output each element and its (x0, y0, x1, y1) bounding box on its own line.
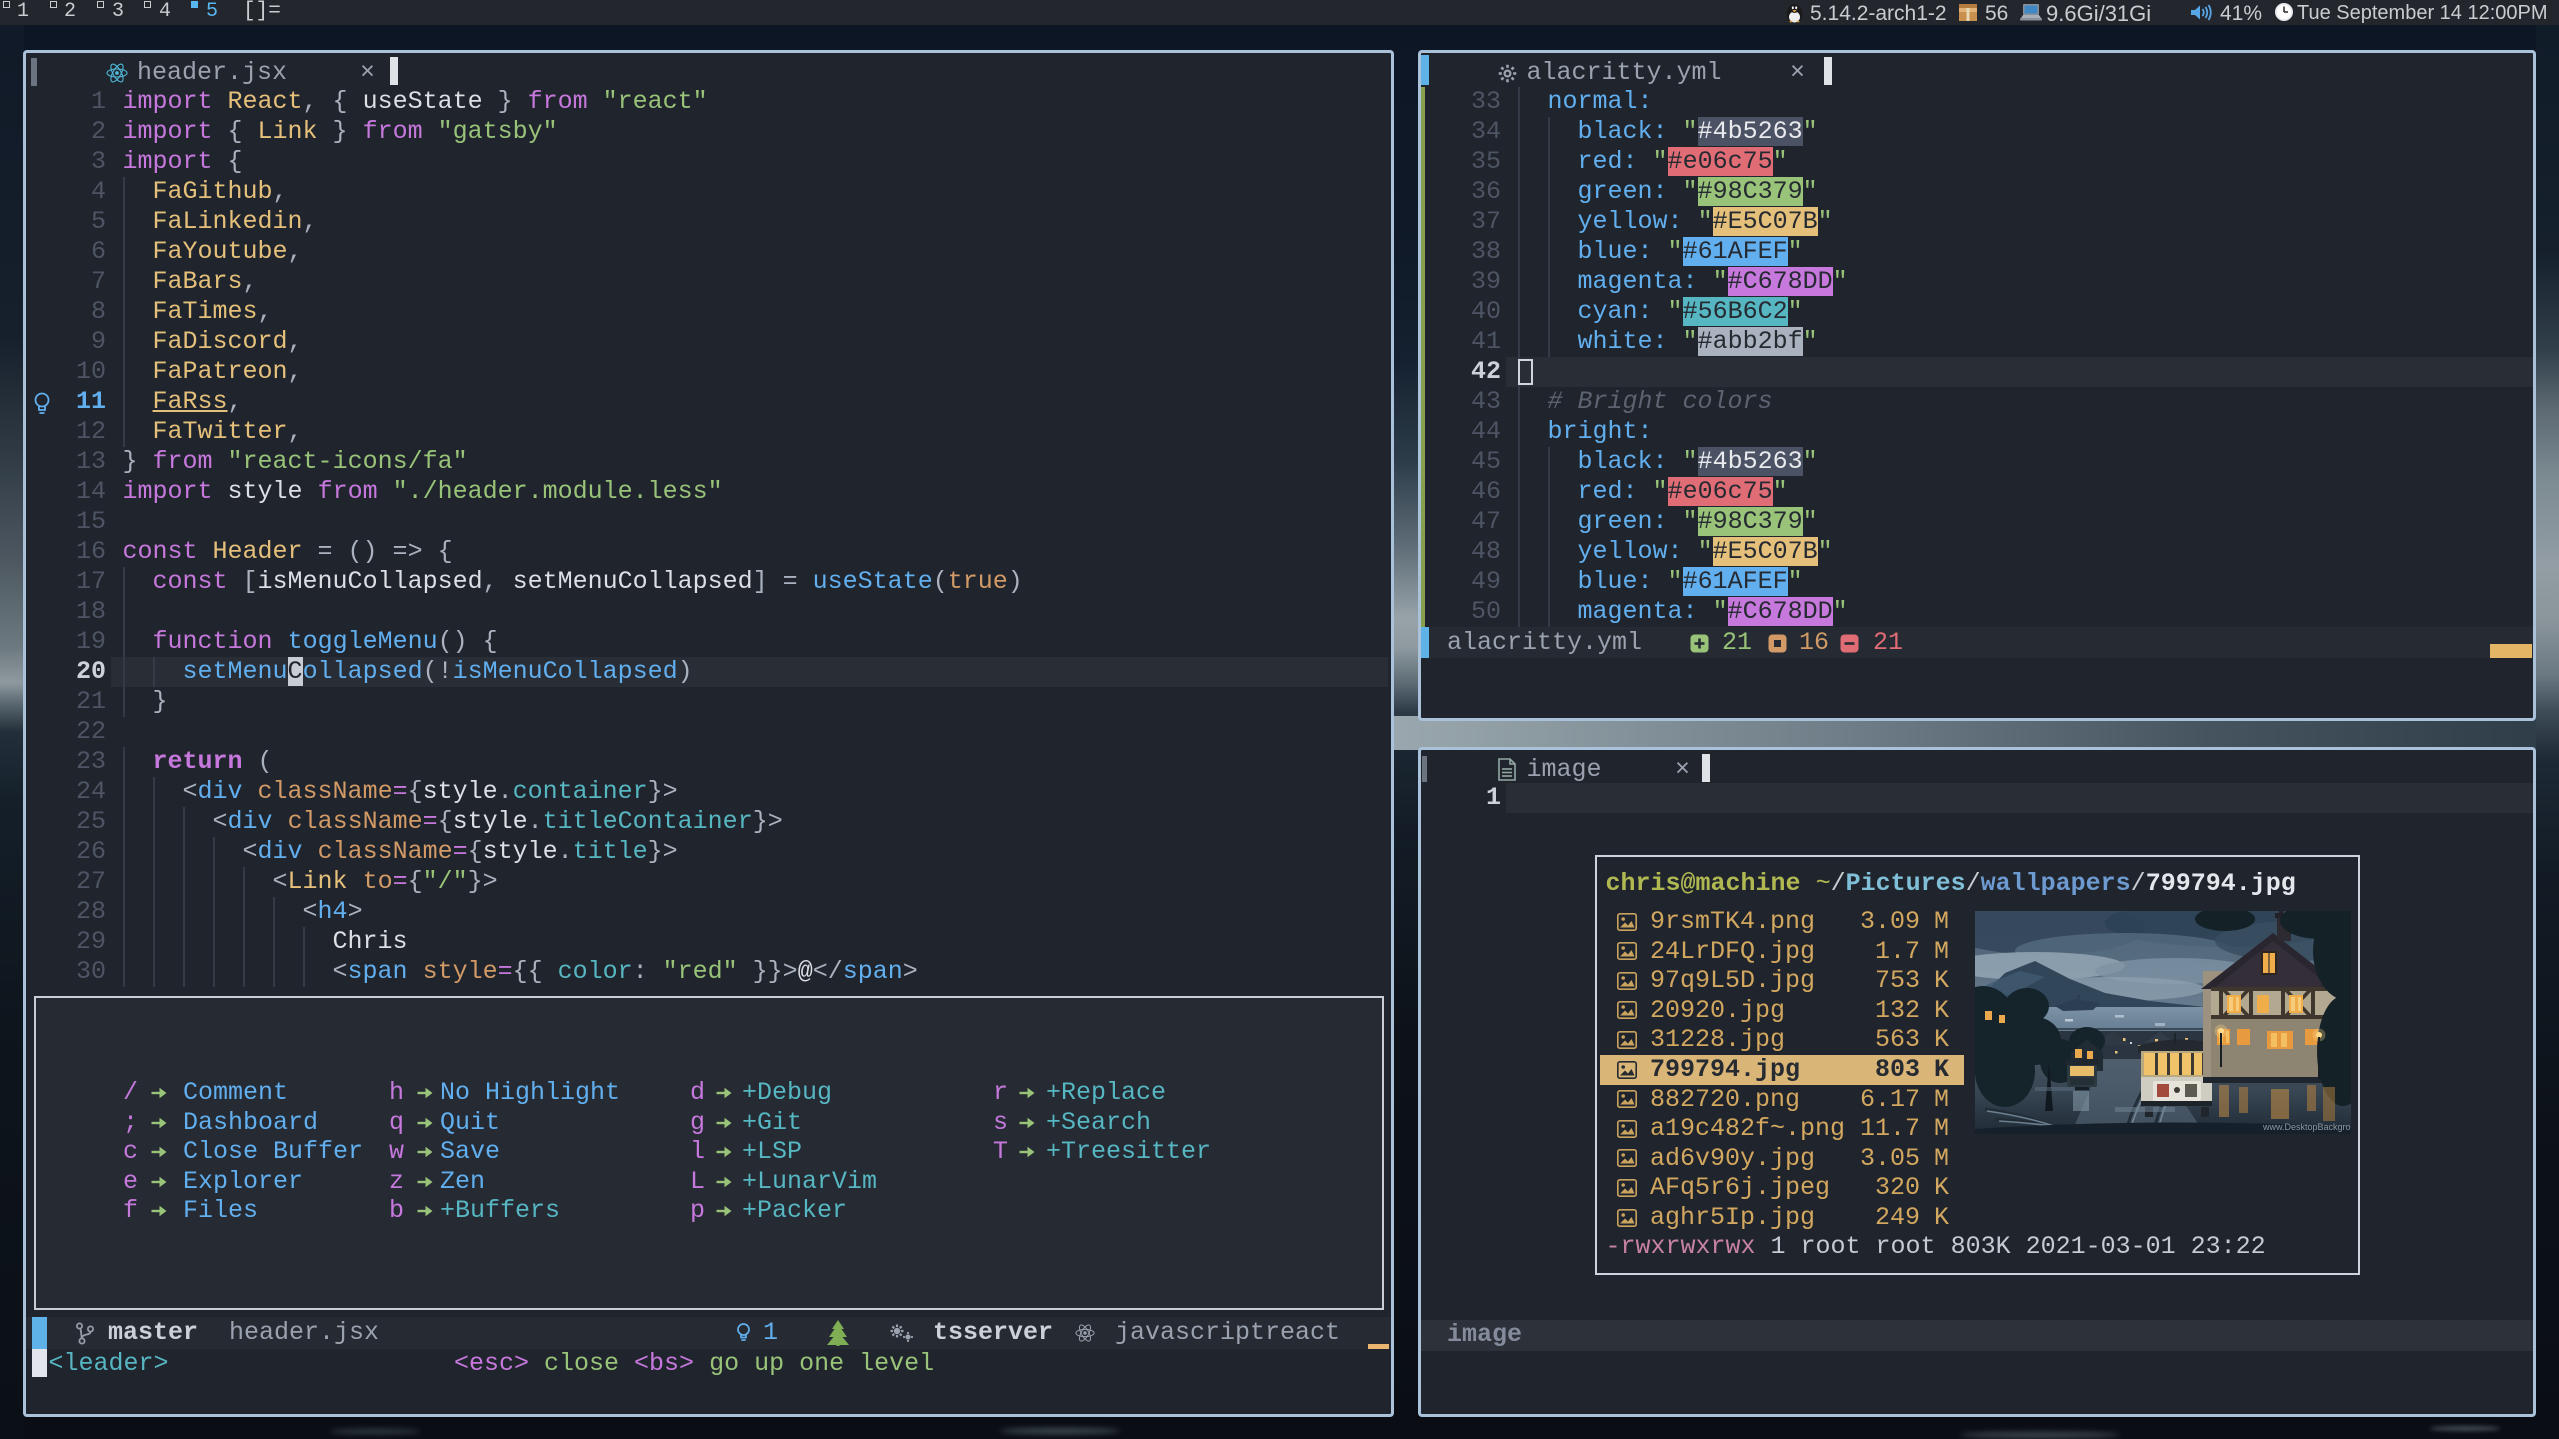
svg-text:www.DesktopBackground.org: www.DesktopBackground.org (2262, 1122, 2351, 1132)
